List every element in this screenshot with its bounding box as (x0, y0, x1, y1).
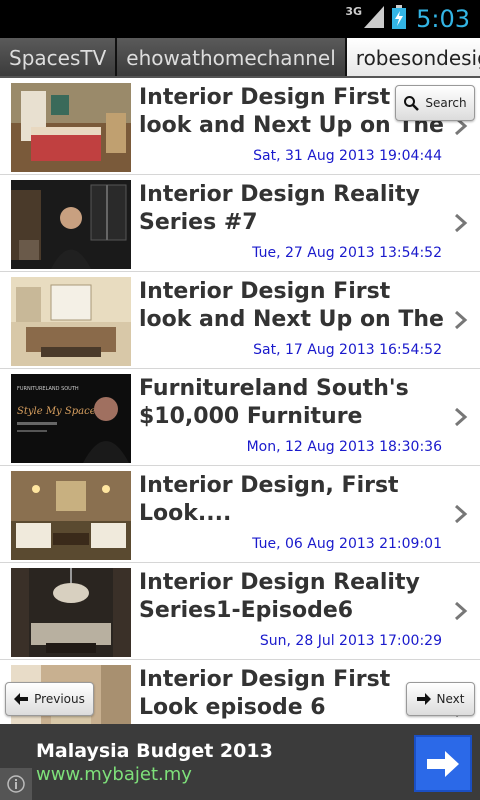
arrow-left-icon (14, 693, 29, 705)
video-title: Interior Design First look and Next Up o… (139, 279, 444, 332)
arrow-right-icon (416, 693, 431, 705)
video-thumbnail: FURNITURELAND SOUTH Style My Space (11, 374, 131, 463)
ad-url[interactable]: www.mybajet.my (36, 764, 192, 785)
chevron-right-icon (455, 601, 468, 621)
thumbnail-show-text: Style My Space (17, 406, 96, 417)
network-type: 3G (345, 4, 363, 18)
chevron-right-icon (455, 213, 468, 233)
video-thumbnail (11, 180, 131, 269)
tab-spacestv[interactable]: SpacesTV (0, 38, 118, 76)
list-item[interactable]: Interior Design, First Look.... Tue, 06 … (0, 466, 480, 563)
video-thumbnail (11, 83, 131, 172)
next-button[interactable]: Next (406, 682, 475, 716)
ad-go-button[interactable] (414, 735, 472, 792)
video-title: Furnitureland South's $10,000 Furniture … (139, 376, 409, 429)
video-thumbnail (11, 471, 131, 560)
video-thumbnail (11, 277, 131, 366)
video-date: Sat, 31 Aug 2013 19:04:44 (253, 148, 442, 164)
tab-ehowathomechannel[interactable]: ehowathomechannel (117, 38, 347, 76)
video-thumbnail (11, 568, 131, 657)
search-button[interactable]: Search (395, 85, 475, 121)
list-item[interactable]: Interior Design Reality Series1-Episode6… (0, 563, 480, 660)
status-bar: 3G 5:03 (0, 0, 480, 38)
thumbnail-brand-text: FURNITURELAND SOUTH (17, 386, 79, 392)
ad-banner[interactable]: Malaysia Budget 2013 www.mybajet.my (0, 724, 480, 800)
search-button-label: Search (425, 96, 467, 110)
previous-button-label: Previous (34, 692, 85, 706)
video-title: Interior Design, First Look.... (139, 473, 399, 526)
tab-robesondesign[interactable]: robesondesign (346, 38, 480, 76)
video-title: Interior Design First Look episode 6 (139, 667, 391, 720)
video-date: Tue, 06 Aug 2013 21:09:01 (252, 536, 442, 552)
clock: 5:03 (416, 5, 470, 33)
chevron-right-icon (455, 504, 468, 524)
channel-tabs: SpacesTV ehowathomechannel robesondesign (0, 38, 480, 78)
video-date: Sun, 28 Jul 2013 17:00:29 (259, 633, 442, 649)
list-item[interactable]: FURNITURELAND SOUTH Style My Space Furni… (0, 369, 480, 466)
video-date: Mon, 12 Aug 2013 18:30:36 (246, 439, 442, 455)
info-icon[interactable] (0, 768, 32, 800)
chevron-right-icon (455, 407, 468, 427)
previous-button[interactable]: Previous (5, 682, 94, 716)
video-list[interactable]: Interior Design First look and Next Up o… (0, 78, 480, 724)
ad-title: Malaysia Budget 2013 (36, 740, 273, 762)
arrow-right-icon (427, 750, 459, 777)
video-title: Interior Design Reality Series1-Episode6 (139, 570, 420, 623)
signal-icon (364, 6, 385, 32)
battery-icon (392, 5, 407, 33)
video-title: Interior Design Reality Series #7 (139, 182, 420, 235)
list-item[interactable]: Interior Design Reality Series #7 Tue, 2… (0, 175, 480, 272)
video-date: Sat, 17 Aug 2013 16:54:52 (253, 342, 442, 358)
list-item[interactable]: Interior Design First look and Next Up o… (0, 272, 480, 369)
next-button-label: Next (436, 692, 465, 706)
search-icon (403, 95, 420, 111)
video-date: Tue, 27 Aug 2013 13:54:52 (252, 245, 442, 261)
chevron-right-icon (455, 310, 468, 330)
